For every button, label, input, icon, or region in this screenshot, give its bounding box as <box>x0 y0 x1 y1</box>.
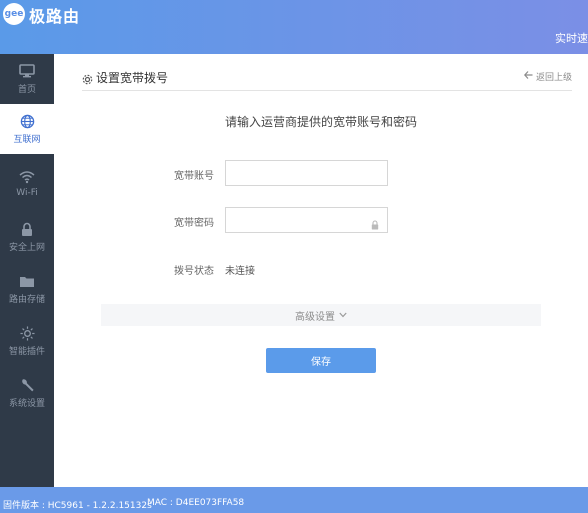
instruction-text: 请输入运营商提供的宽带账号和密码 <box>224 115 417 129</box>
arrow-left-icon <box>523 71 533 82</box>
footer-bar: 固件版本 : HC5961 - 1.2.2.15132s MAC : D4EE0… <box>0 487 588 513</box>
sidebar-item-label: 系统设置 <box>8 399 45 409</box>
password-lock-icon <box>371 215 379 234</box>
sidebar-item-home[interactable]: 首页 <box>0 54 54 104</box>
logo-icon: gee <box>3 3 25 25</box>
advanced-settings-label: 高级设置 <box>295 311 335 323</box>
monitor-icon <box>19 63 35 79</box>
dial-status-value: 未连接 <box>225 266 255 277</box>
wifi-icon <box>19 169 35 185</box>
account-label: 宽带账号 <box>174 171 214 182</box>
sidebar-item-system[interactable]: 系统设置 <box>0 368 54 418</box>
sidebar-item-plugins[interactable]: 智能插件 <box>0 316 54 366</box>
page-title: 设置宽带拨号 <box>96 71 169 85</box>
main-panel: 设置宽带拨号 返回上级 请输入运营商提供的宽带账号和密码 宽带账号 宽带密码 拨… <box>54 54 588 487</box>
sidebar-item-label: 互联网 <box>13 135 41 145</box>
chevron-down-icon <box>339 310 347 321</box>
sun-icon <box>19 325 35 341</box>
password-input[interactable] <box>225 207 388 233</box>
lock-icon <box>21 221 33 237</box>
sidebar-item-internet[interactable]: 互联网 <box>0 104 54 154</box>
sidebar-item-label: Wi-Fi <box>16 187 38 198</box>
sidebar-item-label: 智能插件 <box>8 347 45 357</box>
globe-icon <box>20 113 35 129</box>
password-label: 宽带密码 <box>174 218 214 229</box>
sidebar-item-wifi[interactable]: Wi-Fi <box>0 158 54 208</box>
sidebar-item-storage[interactable]: 路由存储 <box>0 264 54 314</box>
firmware-version: 固件版本 : HC5961 - 1.2.2.15132s <box>3 501 152 511</box>
sidebar-item-label: 路由存储 <box>8 295 45 305</box>
top-header: gee 极路由 实时速 <box>0 0 588 54</box>
sidebar: 首页 互联网 Wi-Fi 安全上网 路由存储 智能插件 系统设置 <box>0 54 54 487</box>
back-button[interactable]: 返回上级 <box>523 70 572 83</box>
dial-status-label: 拨号状态 <box>174 266 214 277</box>
settings-icon <box>82 70 93 89</box>
folder-icon <box>19 273 35 289</box>
sidebar-item-label: 首页 <box>17 85 36 95</box>
save-button[interactable]: 保存 <box>266 348 376 373</box>
realtime-speed-label[interactable]: 实时速 <box>555 30 588 46</box>
account-input[interactable] <box>225 160 388 186</box>
panel-title-bar: 设置宽带拨号 返回上级 <box>82 66 572 91</box>
sidebar-item-security[interactable]: 安全上网 <box>0 212 54 262</box>
back-label: 返回上级 <box>535 73 572 83</box>
advanced-settings-toggle[interactable]: 高级设置 <box>101 304 541 326</box>
wrench-icon <box>20 377 35 393</box>
mac-address: MAC : D4EE073FFA58 <box>147 498 245 508</box>
sidebar-item-label: 安全上网 <box>8 243 45 253</box>
brand-name: 极路由 <box>29 7 81 26</box>
